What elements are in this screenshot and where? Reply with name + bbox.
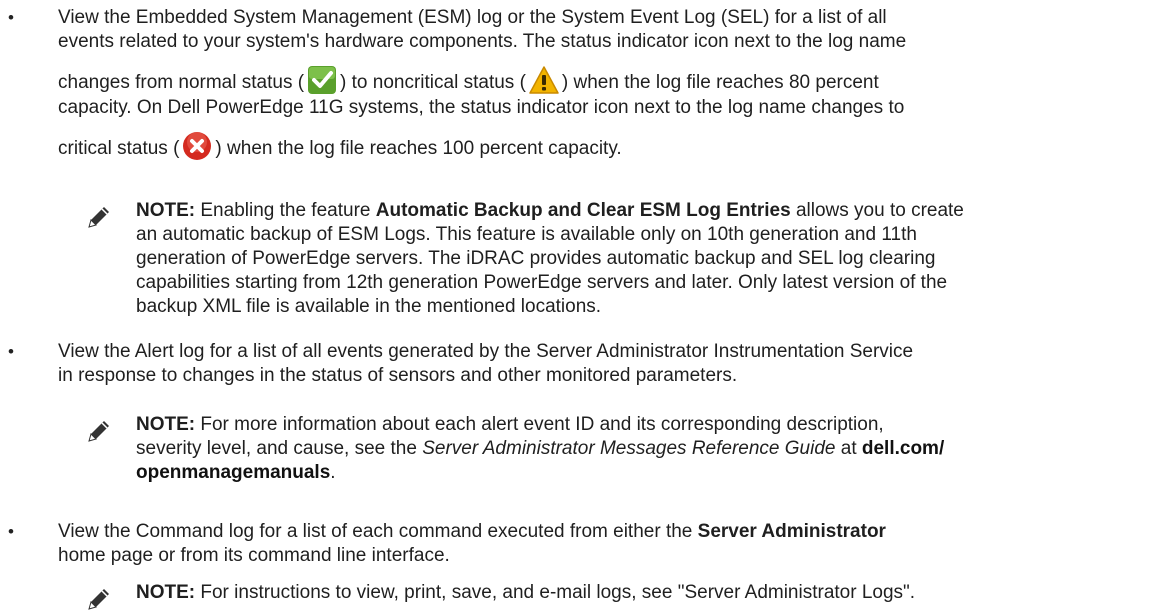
text-line: changes from normal status ( ) to noncri… <box>58 64 1158 96</box>
text-line: View the Embedded System Management (ESM… <box>58 7 887 28</box>
pencil-note-icon <box>88 207 109 228</box>
pencil-note-icon <box>88 421 109 442</box>
bullet-dot: • <box>8 522 14 541</box>
text-line: events related to your system's hardware… <box>58 31 907 52</box>
feature-name: Automatic Backup and Clear ESM Log Entri… <box>375 200 791 221</box>
text-line: generation of PowerEdge servers. The iDR… <box>136 248 936 269</box>
note-label: NOTE: <box>136 200 196 221</box>
normal-status-icon <box>308 66 337 94</box>
text-line: capacity. On Dell PowerEdge 11G systems,… <box>58 97 905 118</box>
text-line: in response to changes in the status of … <box>58 365 738 386</box>
server-administrator-term: Server Administrator <box>697 521 886 542</box>
note-text: NOTE: For more information about each al… <box>136 414 945 483</box>
text-line: capabilities starting from 12th generati… <box>136 272 948 293</box>
noncritical-status-icon <box>529 66 559 94</box>
text-line: backup XML file is available in the ment… <box>136 296 602 317</box>
bullet-dot: • <box>8 342 14 361</box>
text-line: critical status ( ) when the log file re… <box>58 130 1158 162</box>
note-text: NOTE: For instructions to view, print, s… <box>136 582 916 603</box>
text-line: an automatic backup of ESM Logs. This fe… <box>136 224 917 245</box>
text-line: View the Alert log for a list of all eve… <box>58 341 914 362</box>
bullet-text: View the Command log for a list of each … <box>58 520 1158 568</box>
document-page: • View the Embedded System Management (E… <box>0 0 1163 613</box>
pencil-note-icon <box>88 589 109 610</box>
note-label: NOTE: <box>136 582 196 603</box>
bullet-dot: • <box>8 8 14 27</box>
guide-title: Server Administrator Messages Reference … <box>422 438 836 459</box>
manuals-link[interactable]: dell.com/ <box>862 438 944 459</box>
critical-status-icon <box>183 132 212 160</box>
bullet-text: View the Embedded System Management (ESM… <box>58 6 1158 162</box>
manuals-link[interactable]: openmanagemanuals <box>136 462 330 483</box>
text-line: home page or from its command line inter… <box>58 545 450 566</box>
note-text: NOTE: Enabling the feature Automatic Bac… <box>136 199 1156 319</box>
note-label: NOTE: <box>136 414 196 435</box>
bullet-text: View the Alert log for a list of all eve… <box>58 340 1158 388</box>
